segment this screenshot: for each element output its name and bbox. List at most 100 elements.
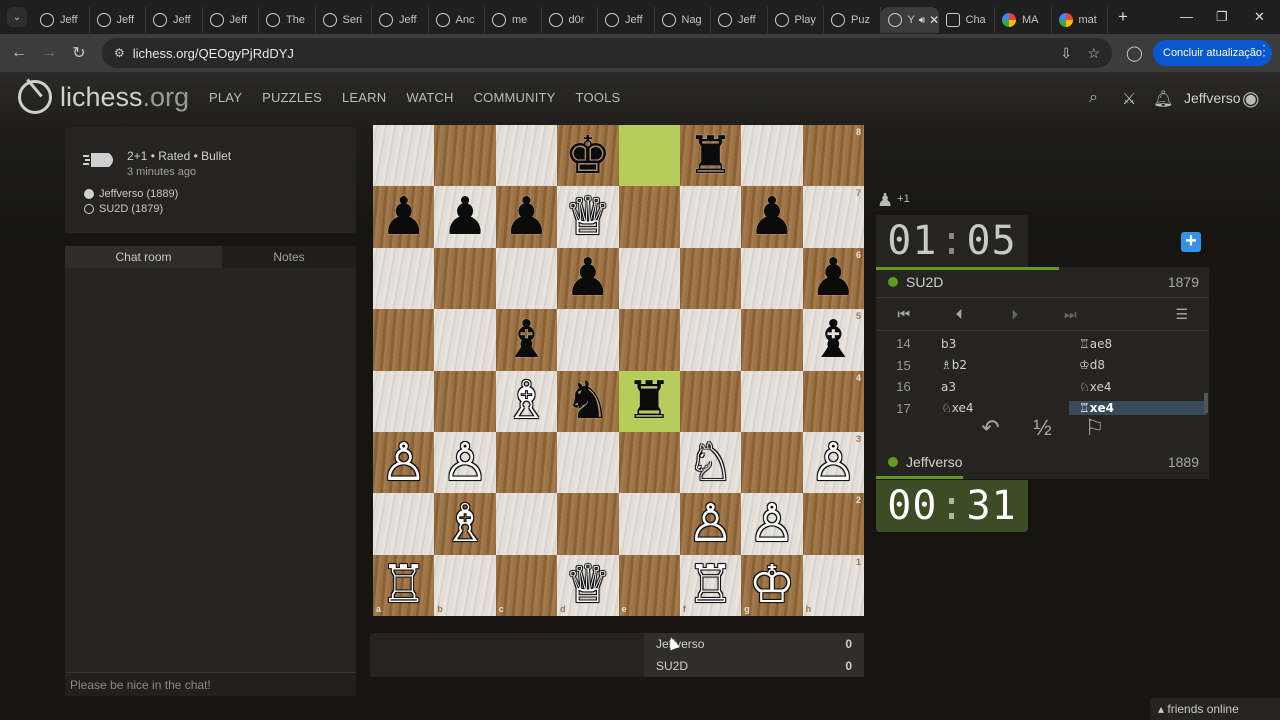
- black-player[interactable]: SU2D (1879): [84, 203, 163, 215]
- last-move-icon[interactable]: ⏭: [1043, 306, 1099, 323]
- square-c3[interactable]: [495, 431, 558, 494]
- square-g5[interactable]: [741, 309, 803, 371]
- black-pawn-piece-icon[interactable]: ♟: [557, 248, 618, 309]
- white-move[interactable]: ♗b2: [931, 358, 1069, 372]
- white-knight-piece-icon[interactable]: ♘: [680, 432, 741, 493]
- black-king-piece-icon[interactable]: ♚: [557, 125, 618, 186]
- square-d3[interactable]: [557, 431, 619, 494]
- square-h4[interactable]: [802, 370, 864, 432]
- square-g4[interactable]: [741, 370, 803, 432]
- minimize-icon[interactable]: —: [1180, 9, 1193, 24]
- new-tab-icon[interactable]: +: [1118, 7, 1128, 27]
- audio-icon[interactable]: 🔊︎: [919, 15, 925, 26]
- square-e2[interactable]: [618, 493, 680, 555]
- black-bishop-piece-icon[interactable]: ♝: [803, 309, 864, 370]
- square-h2[interactable]: [802, 493, 864, 555]
- square-g6[interactable]: [741, 247, 803, 310]
- nav-play[interactable]: PLAY: [209, 90, 242, 105]
- browser-tab[interactable]: Nag: [655, 7, 711, 33]
- white-pawn-piece-icon[interactable]: ♙: [434, 432, 495, 493]
- next-move-icon[interactable]: ⏵: [987, 306, 1043, 323]
- takeback-icon[interactable]: ↶: [965, 415, 1017, 445]
- offer-draw-button[interactable]: ½: [1017, 415, 1069, 445]
- menu-hamburger-icon[interactable]: ☰: [1098, 306, 1208, 323]
- back-icon[interactable]: ←: [4, 44, 34, 62]
- browser-profile-icon[interactable]: ◯: [1126, 44, 1143, 62]
- black-pawn-piece-icon[interactable]: ♟: [434, 186, 495, 247]
- resign-flag-icon[interactable]: ⚐: [1069, 415, 1121, 445]
- white-rook-piece-icon[interactable]: ♖: [680, 555, 741, 616]
- white-pawn-piece-icon[interactable]: ♙: [741, 493, 802, 554]
- black-move[interactable]: ♔d8: [1069, 358, 1207, 372]
- bookmark-star-icon[interactable]: ☆: [1087, 45, 1100, 62]
- browser-tab[interactable]: The: [259, 7, 316, 33]
- black-move[interactable]: ♖ae8: [1069, 337, 1207, 351]
- square-c2[interactable]: [495, 493, 558, 555]
- square-c8[interactable]: [495, 125, 558, 187]
- square-b1[interactable]: [434, 554, 496, 616]
- white-pawn-piece-icon[interactable]: ♙: [803, 432, 864, 493]
- square-a2[interactable]: [373, 493, 435, 555]
- white-move[interactable]: ♘xe4: [931, 401, 1069, 415]
- browser-tab[interactable]: Cha: [939, 7, 995, 33]
- browser-tab[interactable]: Puz: [824, 7, 881, 33]
- black-rook-piece-icon[interactable]: ♜: [619, 371, 680, 432]
- white-player[interactable]: Jeffverso (1889): [84, 188, 178, 200]
- square-e5[interactable]: [618, 309, 680, 371]
- square-f5[interactable]: [679, 309, 742, 371]
- square-f4[interactable]: [679, 370, 742, 432]
- white-pawn-piece-icon[interactable]: ♙: [373, 432, 434, 493]
- square-d5[interactable]: [557, 309, 619, 371]
- square-e8[interactable]: [618, 125, 680, 187]
- update-button[interactable]: Concluir atualização: [1153, 40, 1273, 66]
- square-c6[interactable]: [495, 247, 558, 310]
- prev-move-icon[interactable]: ⏴: [932, 306, 988, 323]
- browser-tab[interactable]: mat: [1052, 7, 1108, 33]
- forward-icon[interactable]: →: [34, 44, 64, 62]
- square-b8[interactable]: [434, 125, 496, 187]
- nav-watch[interactable]: WATCH: [406, 90, 453, 105]
- black-pawn-piece-icon[interactable]: ♟: [373, 186, 434, 247]
- browser-tab[interactable]: Jeff: [90, 7, 146, 33]
- black-pawn-piece-icon[interactable]: ♟: [803, 248, 864, 309]
- square-e1[interactable]: [618, 554, 680, 616]
- browser-tab[interactable]: Y 🔊︎ ✕: [880, 7, 939, 33]
- browser-tab[interactable]: Seri: [316, 7, 372, 33]
- challenge-swords-icon[interactable]: ⚔: [1122, 89, 1136, 109]
- white-king-piece-icon[interactable]: ♔: [741, 555, 802, 616]
- square-f6[interactable]: [679, 247, 742, 310]
- square-g3[interactable]: [741, 431, 803, 494]
- black-knight-piece-icon[interactable]: ♞: [557, 371, 618, 432]
- chat-input[interactable]: Please be nice in the chat!: [65, 672, 356, 696]
- black-move[interactable]: ♖xe4: [1069, 401, 1207, 416]
- close-window-icon[interactable]: ✕: [1254, 9, 1265, 25]
- browser-tab[interactable]: Jeff: [203, 7, 259, 33]
- browser-tab[interactable]: MA: [995, 7, 1052, 33]
- nav-learn[interactable]: LEARN: [342, 90, 386, 105]
- browser-tab[interactable]: d0r: [542, 7, 598, 33]
- browser-tab[interactable]: Anc: [429, 7, 485, 33]
- white-bishop-piece-icon[interactable]: ♗: [496, 371, 557, 432]
- browser-tab[interactable]: me: [485, 7, 542, 33]
- square-e7[interactable]: [618, 186, 680, 248]
- nav-tools[interactable]: TOOLS: [576, 90, 621, 105]
- nav-puzzles[interactable]: PUZZLES: [262, 90, 322, 105]
- black-pawn-piece-icon[interactable]: ♟: [741, 186, 802, 247]
- notifications-bell-icon[interactable]: 🔔︎: [1153, 89, 1173, 109]
- close-tab-icon[interactable]: ✕: [929, 13, 937, 27]
- site-info-icon[interactable]: ⚙: [114, 46, 125, 60]
- square-g8[interactable]: [741, 125, 803, 187]
- move-list-scrollbar[interactable]: [1204, 393, 1208, 413]
- tab-notes[interactable]: Notes: [222, 246, 356, 268]
- add-time-button[interactable]: +: [1181, 231, 1201, 252]
- square-c1[interactable]: [495, 554, 558, 616]
- maximize-icon[interactable]: ❐: [1216, 9, 1228, 25]
- white-queen-piece-icon[interactable]: ♕: [557, 555, 618, 616]
- black-move[interactable]: ♘xe4: [1069, 380, 1207, 394]
- white-rook-piece-icon[interactable]: ♖: [373, 555, 434, 616]
- friends-online-bar[interactable]: ▴ friends online: [1150, 698, 1280, 720]
- opponent-name[interactable]: SU2D: [888, 274, 943, 290]
- square-a6[interactable]: [373, 247, 435, 310]
- player-name[interactable]: Jeffverso: [888, 454, 963, 470]
- square-a4[interactable]: [373, 370, 435, 432]
